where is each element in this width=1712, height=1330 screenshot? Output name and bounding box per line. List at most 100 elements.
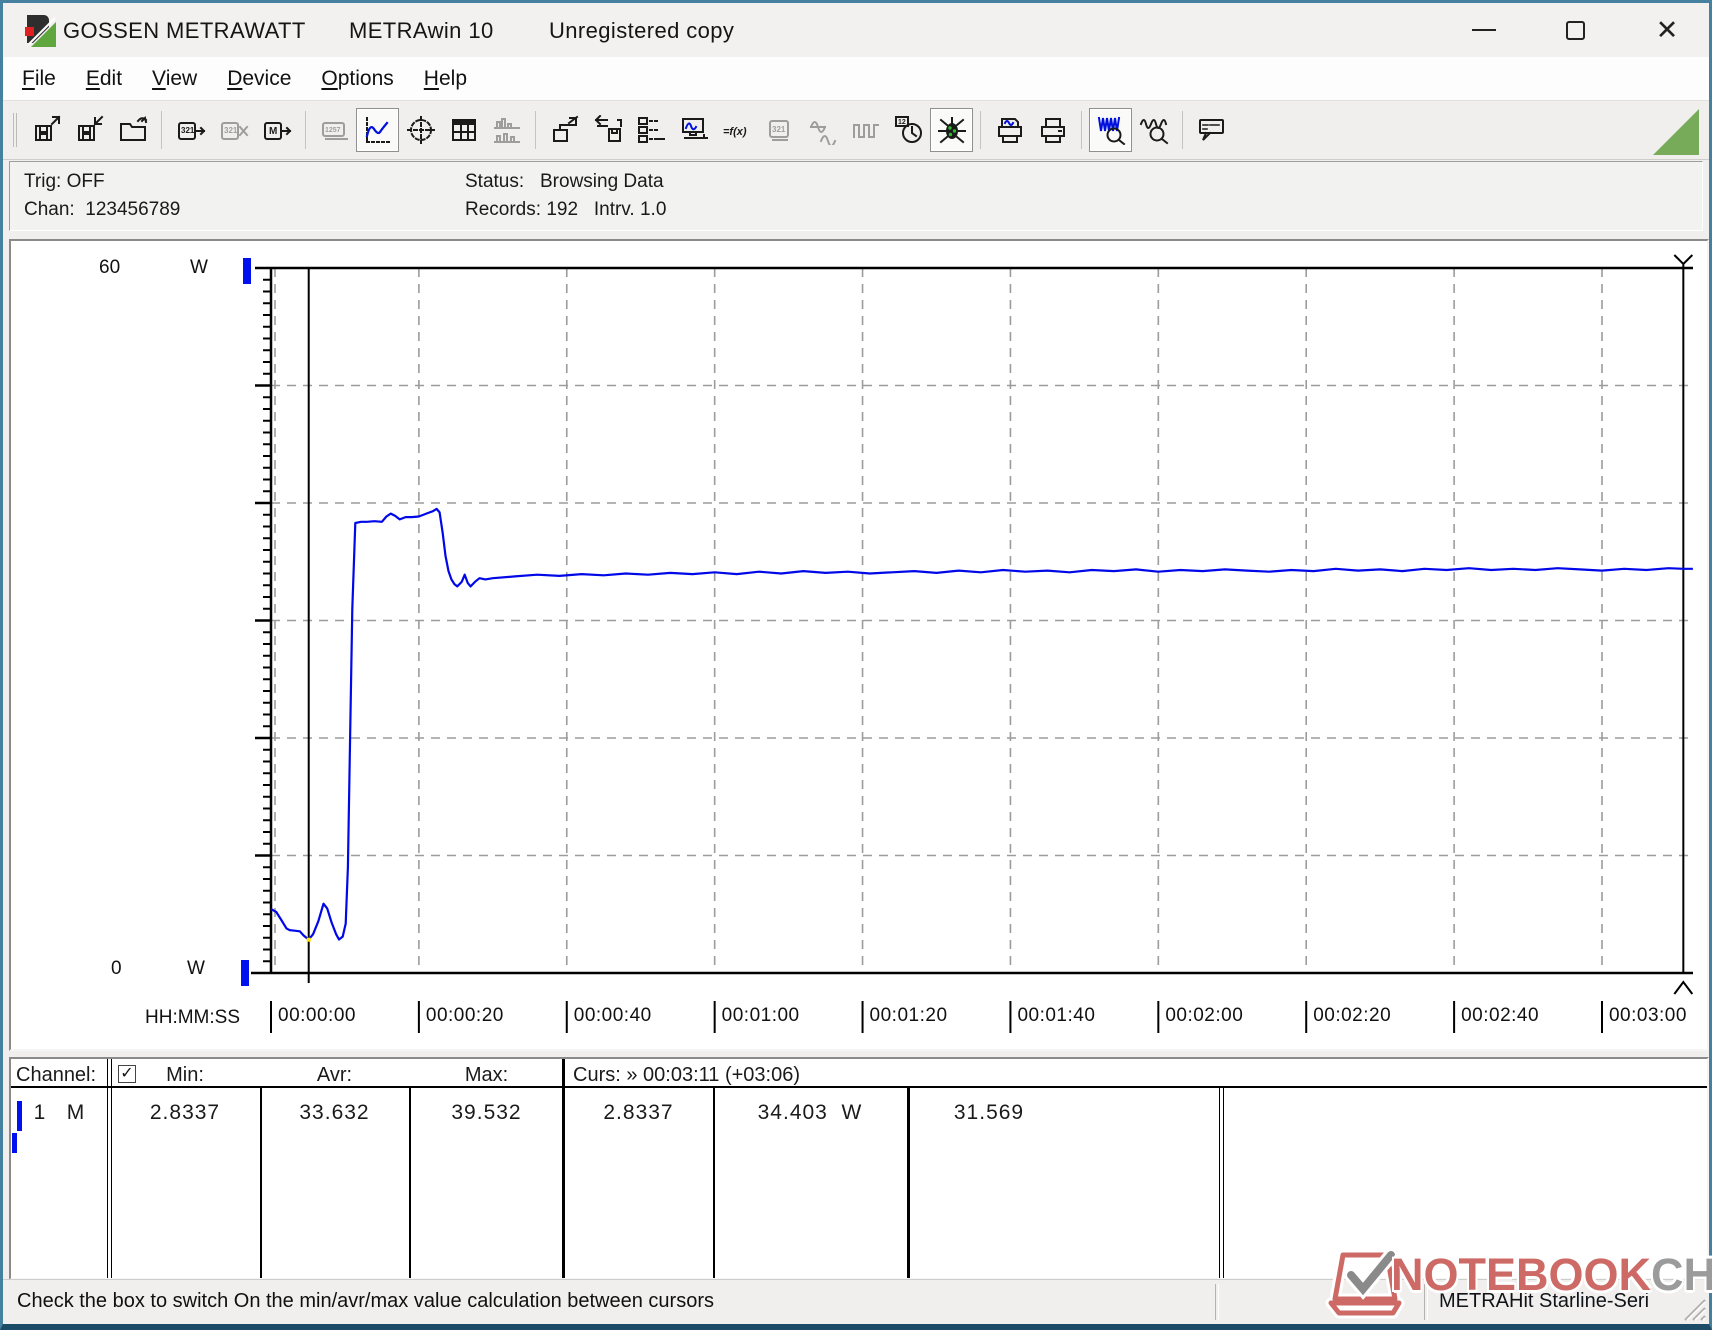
data-table-icon	[449, 115, 479, 145]
close-button[interactable]: ✕	[1644, 11, 1690, 49]
x-tick-label: 00:03:00	[1609, 1005, 1687, 1027]
cell-cursor2-value: 34.403 W	[713, 1101, 907, 1125]
svg-text:1257: 1257	[325, 127, 341, 134]
toolbar-separator	[1182, 111, 1183, 149]
records-count: Records: 192 Intrv. 1.0	[465, 199, 666, 221]
bug-icon	[937, 115, 967, 145]
zoom-curve-button[interactable]	[1089, 108, 1132, 152]
menu-device[interactable]: Device	[212, 61, 306, 97]
maximize-button[interactable]	[1552, 11, 1598, 49]
monitor-wave-icon	[679, 115, 709, 145]
app-window: GOSSEN METRAWATT METRAwin 10 Unregistere…	[0, 0, 1712, 1330]
export-disk-icon	[550, 115, 580, 145]
app-logo-icon	[22, 13, 58, 49]
toolbar-separator	[535, 111, 536, 149]
x-tick-label: 00:01:00	[722, 1005, 800, 1027]
channel-range-marker-bottom[interactable]	[241, 960, 249, 986]
menu-help[interactable]: Help	[409, 61, 482, 97]
save-import-file-button[interactable]	[68, 108, 111, 152]
power-line-chart[interactable]	[11, 241, 1707, 1049]
minimize-icon	[1472, 29, 1496, 31]
lcd-display-icon: 1257	[320, 115, 350, 145]
y-max-label: 60	[99, 257, 120, 279]
x-tick-label: 00:01:40	[1017, 1005, 1095, 1027]
device-config-button: 321	[758, 108, 801, 152]
print-button[interactable]	[1031, 108, 1074, 152]
resize-grip[interactable]	[1679, 1294, 1707, 1322]
import-data-button[interactable]	[586, 108, 629, 152]
toolbar-separator	[161, 111, 162, 149]
annotation-button[interactable]	[1190, 108, 1233, 152]
status-bar: Check the box to switch On the min/avr/m…	[3, 1279, 1709, 1324]
disconnect-device-button: 321	[212, 108, 255, 152]
compare-curves-button	[801, 108, 844, 152]
title-brand: GOSSEN METRAWATT	[63, 18, 306, 44]
channel-2-color-marker	[12, 1133, 17, 1153]
svg-text:321: 321	[181, 126, 195, 135]
close-icon: ✕	[1656, 17, 1679, 44]
title-app-name: METRAwin 10	[349, 18, 494, 44]
x-axis-format-label: HH:MM:SS	[145, 1007, 240, 1029]
table-header-divider	[11, 1086, 1707, 1088]
x-tick-label: 00:00:00	[278, 1005, 356, 1027]
svg-text:M: M	[269, 126, 277, 137]
toolbar-separator	[305, 111, 306, 149]
acquisition-info-panel: Trig: OFF Chan: 123456789 Status: Browsi…	[9, 161, 1703, 231]
histogram-icon	[492, 115, 522, 145]
pulse-wave-icon	[851, 115, 881, 145]
print-preview-button[interactable]	[988, 108, 1031, 152]
channel-range-marker-top[interactable]	[243, 258, 251, 284]
cell-min: 2.8337	[110, 1101, 260, 1125]
curve-view-button[interactable]	[356, 108, 399, 152]
toolbar: 321 321 M 1257 =f(x) 321 12	[3, 100, 1709, 160]
sampling-button	[844, 108, 887, 152]
printer-icon	[1038, 115, 1068, 145]
toolbar-separator	[980, 111, 981, 149]
zoom-out-button[interactable]	[1132, 108, 1175, 152]
toolbar-separator	[1081, 111, 1082, 149]
export-data-button[interactable]	[543, 108, 586, 152]
menu-file[interactable]: File	[7, 61, 71, 97]
cell-avr: 33.632	[260, 1101, 409, 1125]
svg-text:321: 321	[772, 125, 786, 134]
formula-button[interactable]: =f(x)	[715, 108, 758, 152]
status-message: Check the box to switch On the min/avr/m…	[17, 1290, 714, 1313]
col-header-min: Min:	[110, 1064, 260, 1087]
toolbar-resize-triangle[interactable]	[1653, 109, 1699, 155]
minimize-button[interactable]	[1461, 11, 1507, 49]
channel-list-button[interactable]	[629, 108, 672, 152]
histogram-view-button	[485, 108, 528, 152]
y-min-label: 0	[111, 958, 122, 980]
time-settings-button[interactable]: 12	[887, 108, 930, 152]
menu-edit[interactable]: Edit	[71, 61, 137, 97]
channel-list-icon	[636, 115, 666, 145]
scope-crosshair-icon	[406, 115, 436, 145]
svg-text:321: 321	[224, 126, 238, 135]
table-divider	[1219, 1086, 1224, 1278]
floppy-export-icon	[32, 115, 62, 145]
debug-button[interactable]	[930, 108, 973, 152]
col-header-max: Max:	[409, 1064, 564, 1087]
svg-text:=f(x): =f(x)	[723, 126, 747, 138]
menu-options[interactable]: Options	[306, 61, 408, 97]
cell-channel-number: 1	[25, 1101, 55, 1125]
x-tick-label: 00:02:40	[1461, 1005, 1539, 1027]
maximize-icon	[1566, 21, 1585, 40]
save-export-file-button[interactable]	[25, 108, 68, 152]
col-header-channel: Channel:	[16, 1064, 96, 1087]
read-device-button[interactable]: 321	[169, 108, 212, 152]
table-divider	[562, 1059, 565, 1278]
cell-channel-unit: M	[61, 1101, 91, 1125]
y-unit-top-label: W	[190, 257, 208, 279]
scope-view-button[interactable]	[399, 108, 442, 152]
menu-view[interactable]: View	[137, 61, 212, 97]
open-file-button[interactable]	[111, 108, 154, 152]
svg-text:12: 12	[898, 119, 906, 126]
online-monitor-button[interactable]	[672, 108, 715, 152]
memory-read-icon: M	[262, 115, 292, 145]
device-disconnect-icon: 321	[219, 115, 249, 145]
table-view-button[interactable]	[442, 108, 485, 152]
title-bar: GOSSEN METRAWATT METRAwin 10 Unregistere…	[3, 3, 1709, 57]
read-memory-button[interactable]: M	[255, 108, 298, 152]
floppy-import-icon	[75, 115, 105, 145]
